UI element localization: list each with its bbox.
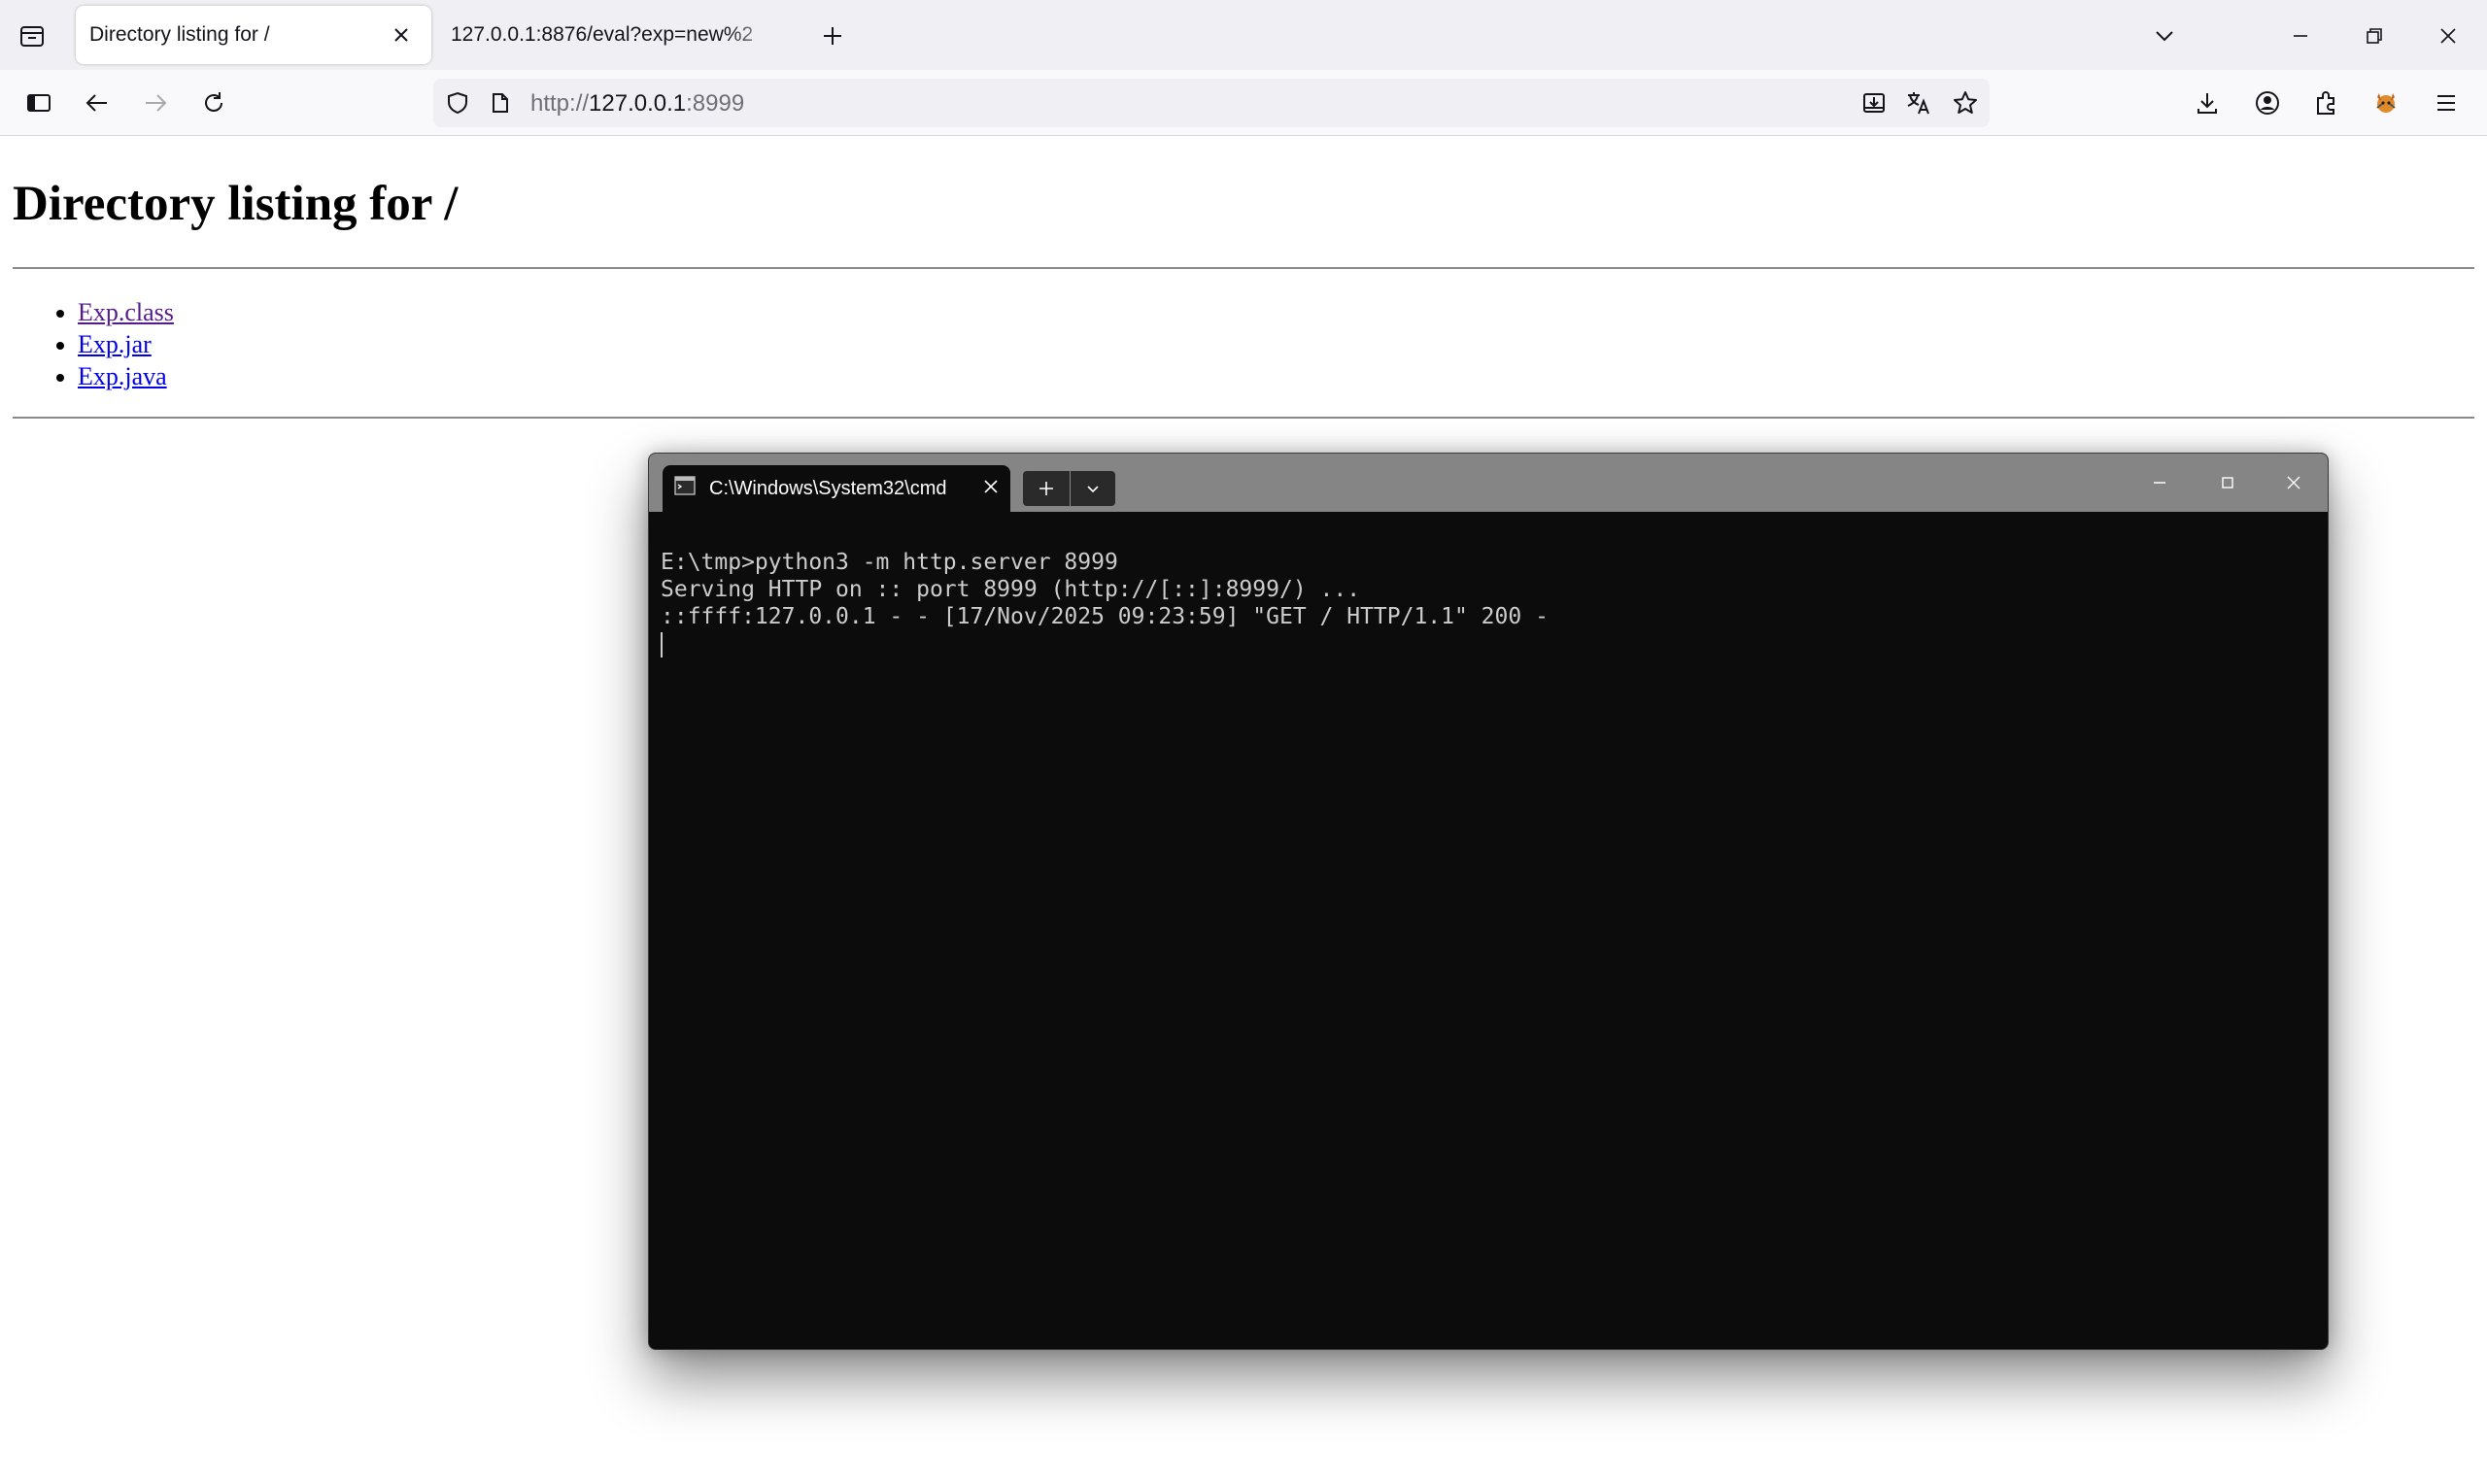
close-window-button[interactable] — [2423, 16, 2473, 56]
url-bar[interactable]: http://127.0.0.1:8999 — [433, 79, 1990, 127]
sidebar-toggle-icon[interactable] — [17, 82, 60, 124]
list-item: Exp.class — [78, 296, 174, 328]
list-all-tabs-chevron-icon[interactable] — [2139, 16, 2190, 56]
downloads-icon[interactable] — [2186, 82, 2229, 124]
file-link-exp-class[interactable]: Exp.class — [78, 298, 174, 326]
back-button[interactable] — [76, 82, 119, 124]
terminal-tab[interactable]: C:\Windows\System32\cmd — [663, 465, 1010, 512]
terminal-close-button[interactable] — [2262, 463, 2326, 502]
url-text[interactable]: http://127.0.0.1:8999 — [530, 90, 744, 118]
reload-button[interactable] — [192, 82, 235, 124]
terminal-tab-title: C:\Windows\System32\cmd — [709, 477, 947, 499]
new-terminal-tab-button[interactable] — [1023, 471, 1070, 506]
minimize-window-button[interactable] — [2275, 16, 2326, 56]
terminal-prompt-line[interactable] — [661, 630, 2318, 658]
divider — [13, 417, 2474, 419]
close-tab-icon[interactable] — [387, 20, 416, 50]
hamburger-menu-icon[interactable] — [2425, 82, 2468, 124]
terminal-line: E:\tmp>python3 -m http.server 8999 — [661, 550, 1118, 575]
divider — [13, 267, 2474, 269]
bookmark-star-icon[interactable] — [1951, 88, 1980, 118]
tab-list-icon[interactable] — [12, 16, 52, 56]
terminal-line: Serving HTTP on :: port 8999 (http://[::… — [661, 577, 1361, 602]
translate-icon[interactable] — [1904, 88, 1933, 118]
terminal-maximize-button[interactable] — [2196, 463, 2260, 502]
page-title: Directory listing for / — [13, 177, 459, 231]
browser-tab-bar: Directory listing for / 127.0.0.1:8876/e… — [0, 0, 2487, 70]
close-terminal-tab-icon[interactable] — [983, 478, 999, 500]
list-item: Exp.java — [78, 360, 174, 392]
terminal-window[interactable]: C:\Windows\System32\cmd E:\tmp>python3 -… — [648, 453, 2329, 1350]
page-info-icon[interactable] — [486, 88, 515, 118]
terminal-cursor — [661, 631, 663, 658]
extensions-icon[interactable] — [2304, 82, 2347, 124]
browser-nav-bar: http://127.0.0.1:8999 — [0, 70, 2487, 136]
restore-window-button[interactable] — [2349, 16, 2400, 56]
account-icon[interactable] — [2246, 82, 2289, 124]
tab-eval[interactable]: 127.0.0.1:8876/eval?exp=new%2 — [437, 6, 793, 64]
tab-title: 127.0.0.1:8876/eval?exp=new%2 — [451, 23, 754, 46]
save-to-pocket-icon[interactable] — [1859, 88, 1889, 118]
url-scheme: http:// — [530, 90, 590, 117]
forward-button[interactable] — [134, 82, 177, 124]
terminal-line: ::ffff:127.0.0.1 - - [17/Nov/2025 09:23:… — [661, 604, 1549, 629]
url-host: 127.0.0.1 — [589, 90, 687, 117]
file-list: Exp.class Exp.jar Exp.java — [78, 296, 174, 392]
url-port: :8999 — [686, 90, 745, 117]
tab-title: Directory listing for / — [89, 23, 270, 46]
terminal-output[interactable]: E:\tmp>python3 -m http.server 8999 Servin… — [661, 549, 2318, 658]
file-link-exp-jar[interactable]: Exp.jar — [78, 330, 152, 358]
tab-directory-listing[interactable]: Directory listing for / — [76, 6, 431, 64]
list-item: Exp.jar — [78, 328, 174, 360]
terminal-title-bar[interactable]: C:\Windows\System32\cmd — [649, 454, 2328, 512]
terminal-dropdown-chevron-icon[interactable] — [1071, 471, 1115, 506]
file-link-exp-java[interactable]: Exp.java — [78, 362, 167, 390]
terminal-minimize-button[interactable] — [2128, 463, 2192, 502]
terminal-cmd-icon — [674, 476, 696, 501]
tracking-protection-shield-icon[interactable] — [443, 88, 472, 118]
new-tab-button[interactable] — [812, 16, 853, 56]
extension-fox-icon[interactable] — [2365, 82, 2407, 124]
